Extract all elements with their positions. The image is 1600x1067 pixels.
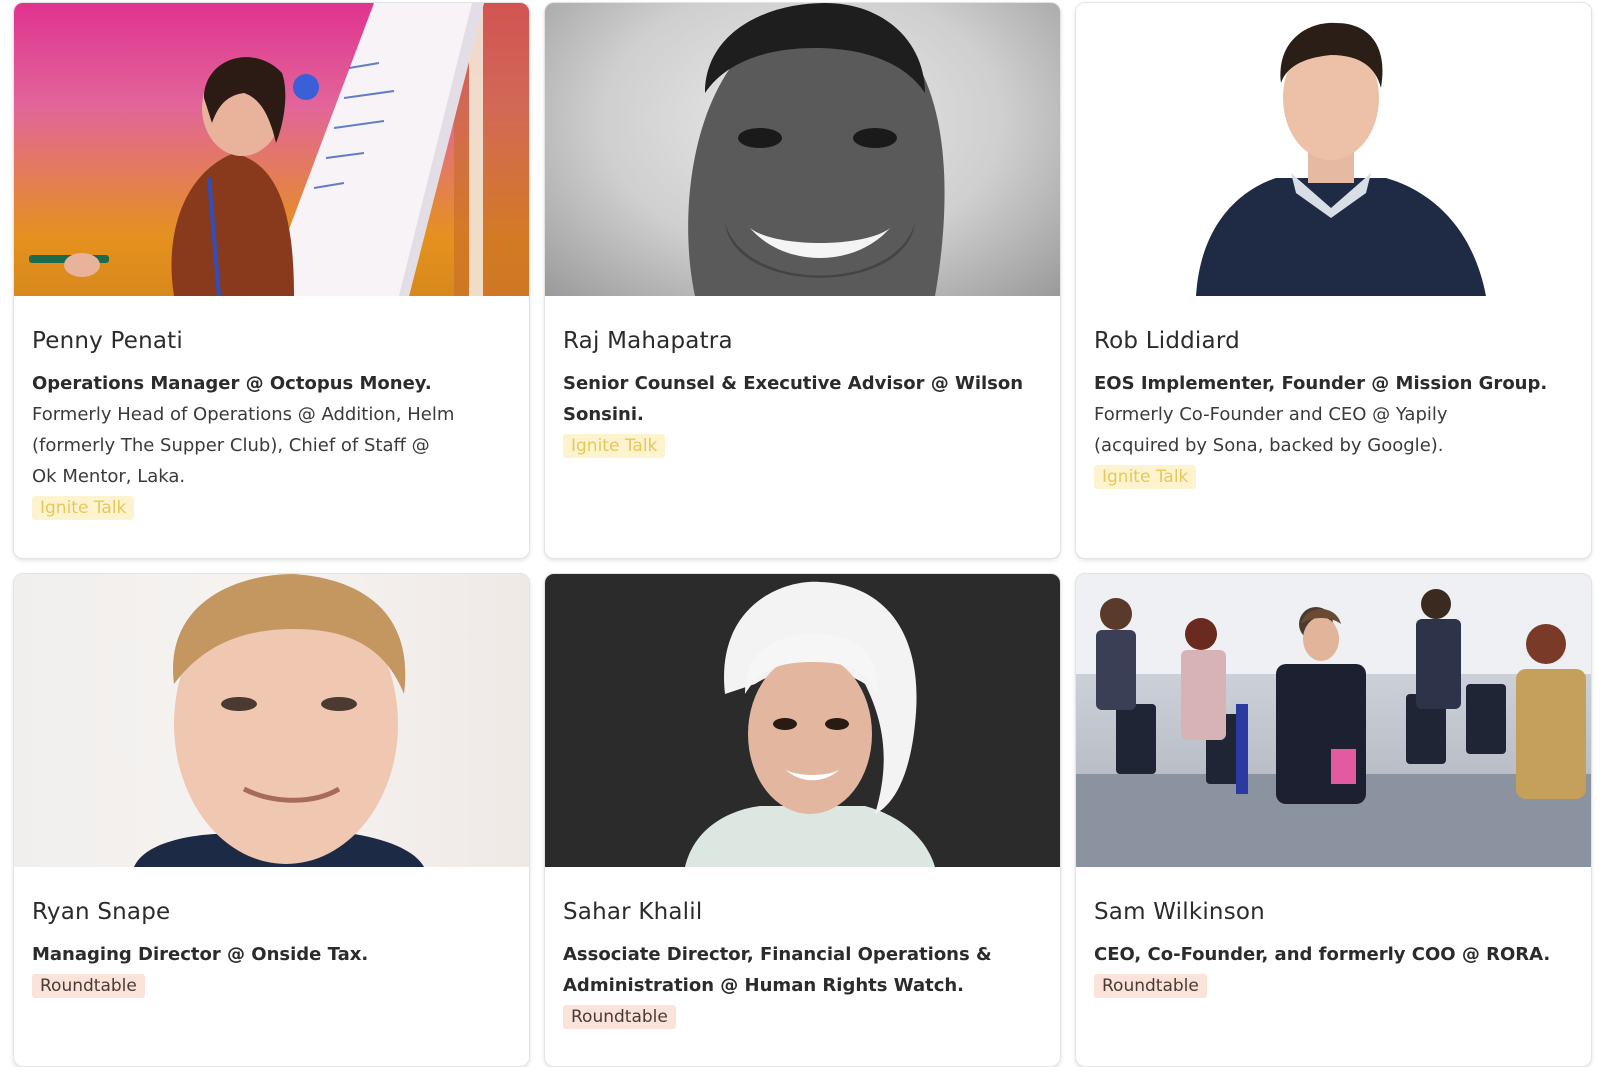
speaker-card[interactable]: Rob Liddiard EOS Implementer, Founder @ … [1075, 2, 1592, 559]
speaker-role: Associate Director, Financial Operations… [563, 944, 992, 965]
speaker-role: Managing Director @ Onside Tax. [32, 944, 369, 965]
speaker-card[interactable]: Raj Mahapatra Senior Counsel & Executive… [544, 2, 1061, 559]
speaker-name: Sahar Khalil [563, 899, 703, 925]
session-type-badge: Roundtable [1094, 974, 1207, 998]
speaker-name: Rob Liddiard [1094, 328, 1240, 354]
speaker-card[interactable]: Penny Penati Operations Manager @ Octopu… [13, 2, 530, 559]
speaker-name: Penny Penati [32, 328, 183, 354]
speaker-photo [1076, 574, 1591, 867]
session-type-badge: Roundtable [32, 974, 145, 998]
speaker-photo [14, 574, 529, 867]
speaker-card[interactable]: Sam Wilkinson CEO, Co-Founder, and forme… [1075, 573, 1592, 1067]
speaker-card[interactable]: Ryan Snape Managing Director @ Onside Ta… [13, 573, 530, 1067]
portrait-photo-icon [134, 574, 424, 867]
speaker-photo [545, 3, 1060, 296]
portrait-photo-icon [688, 3, 945, 296]
session-type-badge: Ignite Talk [32, 496, 135, 520]
speaker-card[interactable]: Sahar Khalil Associate Director, Financi… [544, 573, 1061, 1067]
speaker-bio-line: (acquired by Sona, backed by Google). [1094, 435, 1444, 456]
portrait-photo-icon [685, 581, 935, 867]
session-type-badge: Ignite Talk [1094, 465, 1197, 489]
session-type-badge: Roundtable [563, 1005, 676, 1029]
group-discussion-photo-icon [1076, 574, 1591, 867]
speaker-name: Raj Mahapatra [563, 328, 733, 354]
speaker-name: Ryan Snape [32, 899, 171, 925]
speaker-photo [14, 3, 529, 296]
person-at-flipchart-photo-icon [29, 3, 529, 296]
speaker-photo [545, 574, 1060, 867]
speaker-photo [1076, 3, 1591, 296]
speaker-bio-line: Formerly Head of Operations @ Addition, … [32, 404, 455, 425]
speaker-role: Administration @ Human Rights Watch. [563, 975, 965, 996]
speaker-role: CEO, Co-Founder, and formerly COO @ RORA… [1094, 944, 1551, 965]
speaker-role: Senior Counsel & Executive Advisor @ Wil… [563, 373, 1024, 394]
speaker-role: Operations Manager @ Octopus Money. [32, 373, 432, 394]
speaker-name: Sam Wilkinson [1094, 899, 1265, 925]
portrait-photo-icon [1196, 22, 1486, 296]
session-type-badge: Ignite Talk [563, 434, 666, 458]
speaker-bio-line: Formerly Co-Founder and CEO @ Yapily [1094, 404, 1448, 425]
speaker-grid: Penny Penati Operations Manager @ Octopu… [13, 2, 1592, 1067]
speaker-bio-line: (formerly The Supper Club), Chief of Sta… [32, 435, 430, 456]
speaker-role: EOS Implementer, Founder @ Mission Group… [1094, 373, 1548, 394]
speaker-bio-line: Ok Mentor, Laka. [32, 466, 186, 487]
speaker-role: Sonsini. [563, 404, 644, 425]
